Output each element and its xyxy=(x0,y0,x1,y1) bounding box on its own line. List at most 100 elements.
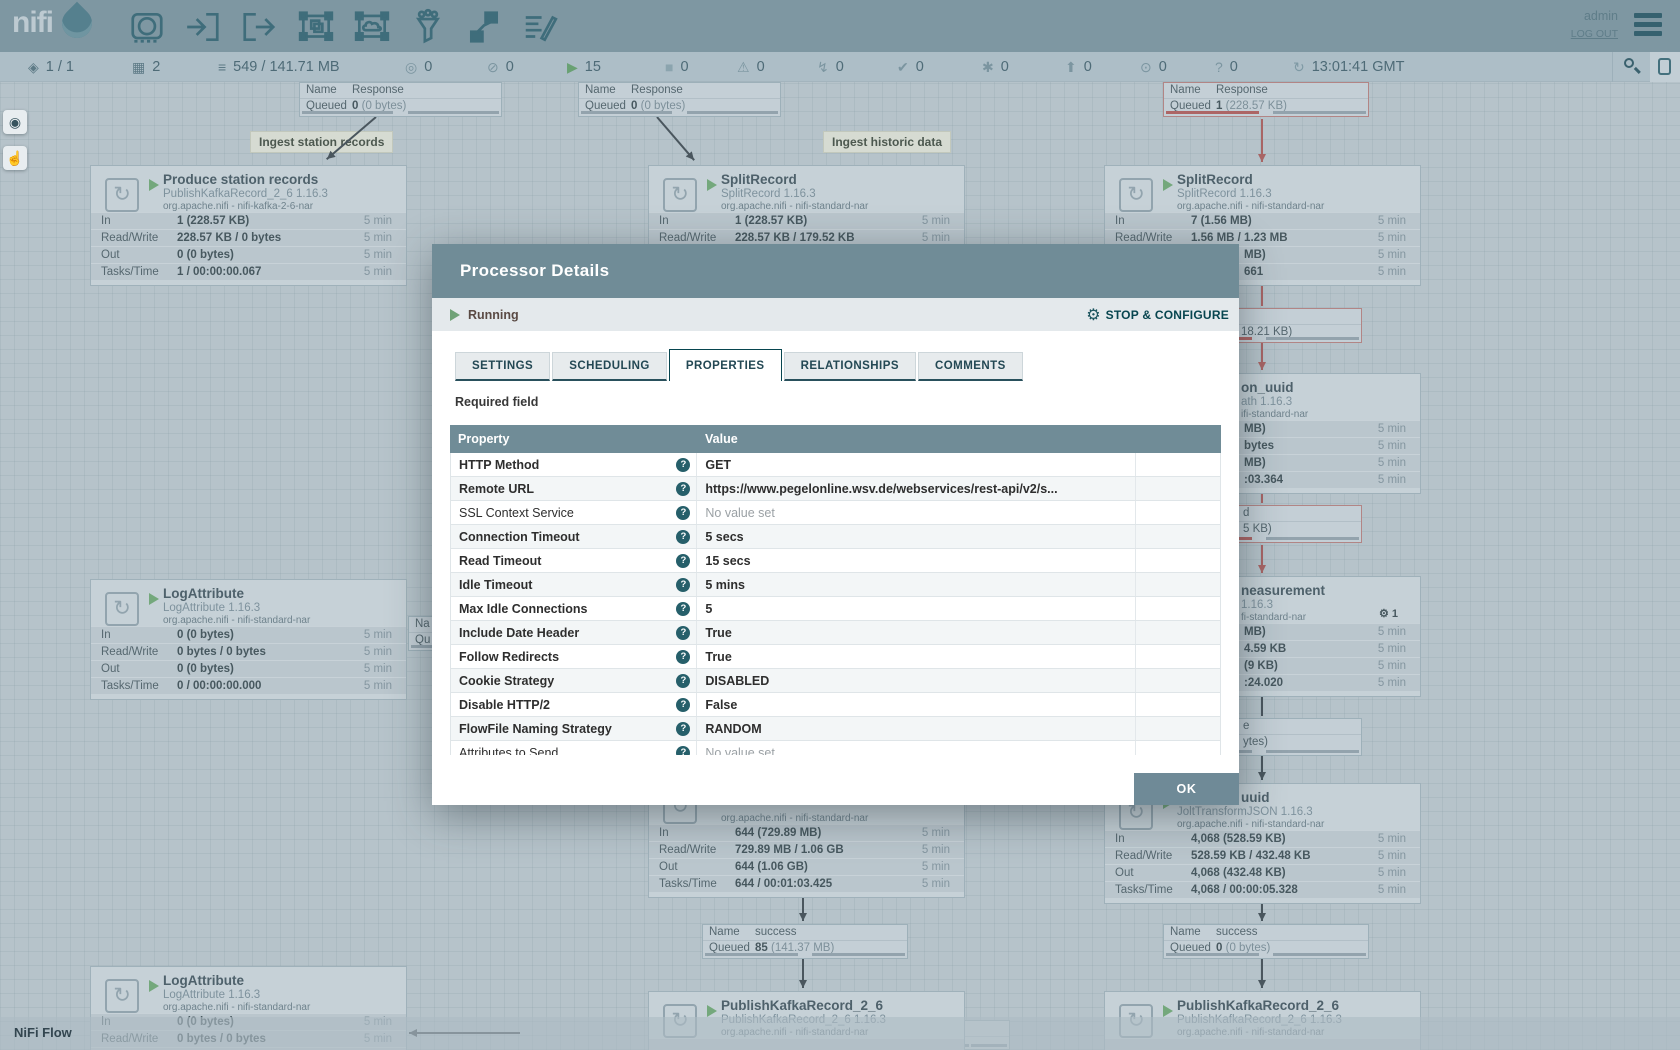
property-value-cell[interactable]: 15 secs xyxy=(697,549,1136,572)
refresh-icon[interactable]: ↻ xyxy=(1293,59,1305,76)
stop-and-configure-button[interactable]: ⚙ STOP & CONFIGURE xyxy=(1086,305,1229,325)
circle-tool-icon[interactable]: ◉ xyxy=(3,110,27,134)
connection-name-row: NameResponse xyxy=(300,83,501,99)
running-icon xyxy=(707,1005,717,1017)
property-name-cell: FlowFile Naming Strategy? xyxy=(451,717,697,740)
property-name-cell: Remote URL? xyxy=(451,477,697,500)
status-item-not-transmitting: ⊘0 xyxy=(487,52,514,82)
processor-name: LogAttribute xyxy=(163,973,244,988)
property-name-cell: Read Timeout? xyxy=(451,549,697,572)
connection-success-mid[interactable]: NamesuccessQueued85 (141.37 MB) xyxy=(702,924,908,959)
processor-produce-station-records[interactable]: ↻Produce station recordsPublishKafkaReco… xyxy=(90,165,407,286)
label-ingest-historic-data[interactable]: Ingest historic data xyxy=(823,131,951,153)
output-port-icon[interactable] xyxy=(240,8,278,46)
processor-name: PublishKafkaRecord_2_6 xyxy=(721,998,883,1013)
processor-bundle: org.apache.nifi - nifi-standard-nar xyxy=(1177,819,1324,830)
property-row: Idle Timeout?5 mins xyxy=(451,573,1220,597)
help-icon[interactable]: ? xyxy=(676,674,690,688)
help-icon[interactable]: ? xyxy=(676,626,690,640)
property-value-cell[interactable]: 5 secs xyxy=(697,525,1136,548)
property-value-cell[interactable]: https://www.pegelonline.wsv.de/webservic… xyxy=(697,477,1136,500)
help-icon[interactable]: ? xyxy=(676,482,690,496)
global-menu-button[interactable] xyxy=(1634,13,1662,39)
property-value-cell[interactable]: No value set xyxy=(697,501,1136,524)
template-icon[interactable] xyxy=(465,8,503,46)
backpressure-bar xyxy=(705,953,798,956)
stat-row: Tasks/Time4,068 / 00:00:05.3285 min xyxy=(1105,881,1420,898)
property-extra-cell xyxy=(1136,645,1220,668)
stat-row: Out0 (0 bytes)5 min xyxy=(91,246,406,263)
help-icon[interactable]: ? xyxy=(676,554,690,568)
help-icon[interactable]: ? xyxy=(676,506,690,520)
hand-tool-icon[interactable]: ☝ xyxy=(3,146,27,170)
property-row: Read Timeout?15 secs xyxy=(451,549,1220,573)
help-icon[interactable]: ? xyxy=(676,602,690,616)
tab-relationships[interactable]: RELATIONSHIPS xyxy=(784,352,916,381)
active-threads-badge: ⚙ 1 xyxy=(1379,607,1398,620)
property-value-cell[interactable]: False xyxy=(697,693,1136,716)
gear-icon: ⚙ xyxy=(1086,305,1100,325)
help-icon[interactable]: ? xyxy=(676,578,690,592)
panel-toggle-icon[interactable] xyxy=(1650,52,1680,82)
tab-scheduling[interactable]: SCHEDULING xyxy=(552,352,667,381)
property-name-cell: Follow Redirects? xyxy=(451,645,697,668)
tab-comments[interactable]: COMMENTS xyxy=(918,352,1023,381)
threads-icon: ▦ xyxy=(132,59,145,76)
processor-log-attribute[interactable]: ↻LogAttributeLogAttribute 1.16.3org.apac… xyxy=(90,579,407,700)
dialog-tabbar: SETTINGSSCHEDULINGPROPERTIESRELATIONSHIP… xyxy=(455,349,1239,381)
processor-type: PublishKafkaRecord_2_6 1.16.3 xyxy=(163,188,328,200)
nifi-application: nifi admin LOG OUT ◈1 / 1▦2≡549 / 141.71… xyxy=(0,0,1680,1050)
processor-stats: In0 (0 bytes)5 minRead/Write0 bytes / 0 … xyxy=(91,626,406,694)
property-value-cell[interactable]: DISABLED xyxy=(697,669,1136,692)
running-icon: ▶ xyxy=(567,59,578,76)
column-value: Value xyxy=(697,432,1137,446)
label-ingest-station-records[interactable]: Ingest station records xyxy=(250,131,393,153)
input-port-icon[interactable] xyxy=(184,8,222,46)
connection-response-2[interactable]: NameResponseQueued0 (0 bytes) xyxy=(578,82,781,117)
remote-process-group-icon[interactable] xyxy=(353,8,391,46)
connection-name-row: NameResponse xyxy=(1164,83,1368,99)
help-icon[interactable]: ? xyxy=(676,458,690,472)
funnel-icon[interactable] xyxy=(409,8,447,46)
connection-response-3[interactable]: NameResponseQueued1 (228.57 KB) xyxy=(1163,82,1369,117)
help-icon[interactable]: ? xyxy=(676,698,690,712)
column-property: Property xyxy=(450,432,697,446)
refresh-time: ↻13:01:41 GMT xyxy=(1293,52,1404,82)
help-icon[interactable]: ? xyxy=(676,650,690,664)
stat-row: In1 (228.57 KB)5 min xyxy=(91,212,406,229)
tab-settings[interactable]: SETTINGS xyxy=(455,352,550,381)
property-value-cell[interactable]: 5 mins xyxy=(697,573,1136,596)
property-value-cell[interactable]: GET xyxy=(697,453,1136,476)
property-value-cell[interactable]: True xyxy=(697,645,1136,668)
ok-button[interactable]: OK xyxy=(1134,773,1239,805)
tab-properties[interactable]: PROPERTIES xyxy=(669,349,782,381)
help-icon[interactable]: ? xyxy=(676,722,690,736)
search-icon[interactable] xyxy=(1620,56,1646,78)
property-value-cell[interactable]: No value set xyxy=(697,741,1136,755)
label-icon[interactable] xyxy=(521,8,559,46)
property-value-cell[interactable]: True xyxy=(697,621,1136,644)
logout-link[interactable]: LOG OUT xyxy=(1571,28,1618,40)
status-item-invalid: ⚠0 xyxy=(737,52,765,82)
status-item-stale: ⬆0 xyxy=(1065,52,1092,82)
property-value-cell[interactable]: RANDOM xyxy=(697,717,1136,740)
connection-success-right[interactable]: NamesuccessQueued0 (0 bytes) xyxy=(1163,924,1369,959)
processor-icon[interactable] xyxy=(128,8,166,46)
connection-name-row: NameResponse xyxy=(579,83,780,99)
processor-icon: ↻ xyxy=(663,178,697,212)
property-row: FlowFile Naming Strategy?RANDOM xyxy=(451,717,1220,741)
processor-icon: ↻ xyxy=(105,979,139,1013)
property-row: SSL Context Service?No value set xyxy=(451,501,1220,525)
property-name-cell: Idle Timeout? xyxy=(451,573,697,596)
status-item-stopped: ■0 xyxy=(665,52,689,82)
process-group-icon[interactable] xyxy=(297,8,335,46)
breadcrumb[interactable]: NiFi Flow xyxy=(14,1025,72,1040)
help-icon[interactable]: ? xyxy=(676,746,690,756)
processor-type: SplitRecord 1.16.3 xyxy=(1177,188,1272,200)
processor-bundle: org.apache.nifi - nifi-standard-nar xyxy=(1177,201,1324,212)
backpressure-bar xyxy=(812,953,905,956)
help-icon[interactable]: ? xyxy=(676,530,690,544)
connection-response-1[interactable]: NameResponseQueued0 (0 bytes) xyxy=(299,82,502,117)
processor-details-dialog: Processor Details Running ⚙ STOP & CONFI… xyxy=(432,244,1239,805)
property-value-cell[interactable]: 5 xyxy=(697,597,1136,620)
